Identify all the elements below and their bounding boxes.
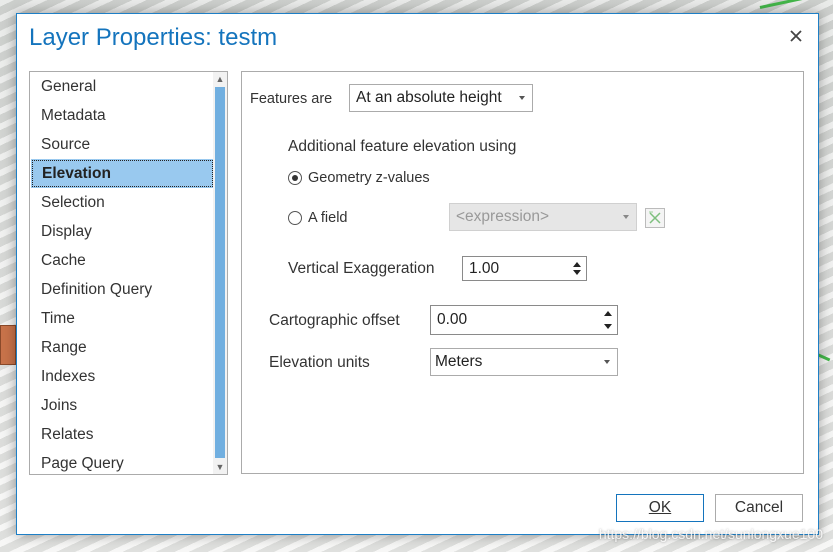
cancel-button-label: Cancel [734,499,784,516]
close-icon [790,30,802,42]
field-expression-value: <expression> [456,208,550,225]
expression-builder-button[interactable] [645,208,665,228]
sidebar-item-general[interactable]: General [30,72,215,101]
map-road [759,0,820,9]
scroll-up-icon[interactable]: ▲ [215,73,225,85]
spin-up-icon[interactable] [604,311,612,316]
cartographic-offset-spinner[interactable]: 0.00 [430,305,618,335]
sidebar-item-elevation[interactable]: Elevation [31,159,214,188]
cartographic-offset-value: 0.00 [437,311,468,328]
additional-elevation-label: Additional feature elevation using [288,138,517,155]
geometry-z-values-label: Geometry z-values [308,170,430,186]
a-field-radio[interactable] [288,211,302,225]
sidebar-item-source[interactable]: Source [30,130,215,159]
a-field-label: A field [308,210,348,226]
nav-items: General Metadata Source Elevation Select… [30,72,215,474]
sidebar-item-range[interactable]: Range [30,333,215,362]
close-button[interactable] [788,28,804,44]
features-are-value: At an absolute height [356,89,502,106]
layer-properties-dialog: Layer Properties: testm General Metadata… [16,13,819,535]
watermark: https://blog.csdn.net/sunlongxue100 [598,526,823,542]
spin-up-icon[interactable] [573,262,581,267]
elevation-panel: Features are At an absolute height Addit… [241,71,804,474]
dialog-title: Layer Properties: testm [29,24,278,51]
sidebar-item-time[interactable]: Time [30,304,215,333]
nav-list: General Metadata Source Elevation Select… [29,71,228,475]
sidebar-item-relates[interactable]: Relates [30,420,215,449]
sidebar-item-selection[interactable]: Selection [30,188,215,217]
scroll-thumb[interactable] [215,87,225,458]
chevron-down-icon [623,215,629,219]
sidebar-item-cache[interactable]: Cache [30,246,215,275]
spin-down-icon[interactable] [573,270,581,275]
sidebar-item-page-query[interactable]: Page Query [30,449,215,474]
features-are-label: Features are [250,91,333,107]
spin-down-icon[interactable] [604,324,612,329]
sidebar-item-indexes[interactable]: Indexes [30,362,215,391]
cancel-button[interactable]: Cancel [715,494,803,522]
chevron-down-icon [604,360,610,364]
elevation-units-dropdown[interactable]: Meters [430,348,618,376]
vertical-exaggeration-spinner[interactable]: 1.00 [462,256,587,281]
expression-icon [649,211,661,224]
vertical-exaggeration-value: 1.00 [469,260,500,277]
elevation-units-label: Elevation units [269,354,370,371]
scroll-down-icon[interactable]: ▼ [215,461,225,473]
ok-button[interactable]: OK [616,494,704,522]
sidebar-item-display[interactable]: Display [30,217,215,246]
ok-button-label: OK [648,499,672,516]
sidebar-item-metadata[interactable]: Metadata [30,101,215,130]
sidebar-item-joins[interactable]: Joins [30,391,215,420]
field-expression-dropdown[interactable]: <expression> [449,203,637,231]
sidebar-item-definition-query[interactable]: Definition Query [30,275,215,304]
cartographic-offset-label: Cartographic offset [269,312,400,329]
nav-scrollbar[interactable]: ▲ ▼ [213,72,227,474]
vertical-exaggeration-label: Vertical Exaggeration [288,260,435,277]
geometry-z-values-radio[interactable] [288,171,302,185]
elevation-units-value: Meters [435,353,483,370]
map-building [0,325,16,365]
chevron-down-icon [519,96,525,100]
features-are-dropdown[interactable]: At an absolute height [349,84,533,112]
